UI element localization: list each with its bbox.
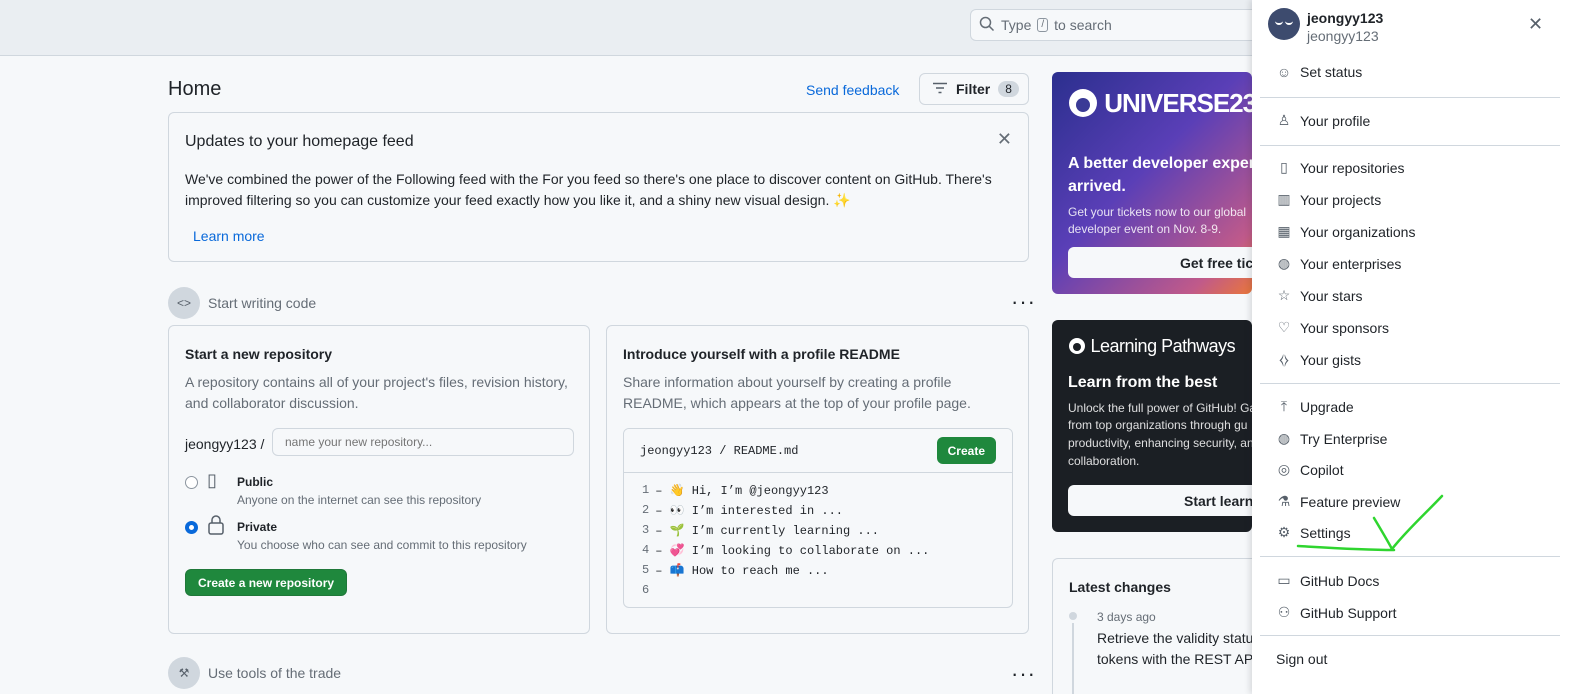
code-icon: <> bbox=[168, 287, 200, 319]
tools-icon: ⚒ bbox=[168, 657, 200, 689]
learn-more-link[interactable]: Learn more bbox=[193, 228, 265, 244]
more-options-icon[interactable]: ··· bbox=[1011, 661, 1036, 687]
line-text: – 💞️ I’m looking to collaborate on ... bbox=[655, 544, 930, 558]
create-readme-button[interactable]: Create bbox=[936, 437, 996, 464]
get-tickets-button[interactable]: Get free tick bbox=[1068, 247, 1252, 278]
search-prefix: Type bbox=[1001, 17, 1032, 33]
slash-key-hint: / bbox=[1037, 18, 1049, 32]
filter-button[interactable]: Filter 8 bbox=[919, 73, 1029, 105]
learning-promo: Learning Pathways Learn from the best Un… bbox=[1052, 320, 1252, 532]
new-repo-description: A repository contains all of your projec… bbox=[185, 374, 568, 411]
line-text: – 🌱 I’m currently learning ... bbox=[655, 524, 879, 538]
main-feed: Home Send feedback Filter 8 Updates to y… bbox=[0, 56, 1260, 694]
readme-path: jeongyy123 / README.md bbox=[640, 443, 799, 458]
new-repo-title: Start a new repository bbox=[185, 346, 333, 362]
tools-header: ⚒ Use tools of the trade bbox=[168, 657, 341, 689]
code-line: 1 – 👋 Hi, I’m @jeongyy123 bbox=[642, 483, 1012, 503]
timeline-dot bbox=[1069, 612, 1077, 620]
learning-headline: Learn from the best bbox=[1068, 374, 1218, 391]
profile-readme-card: Introduce yourself with a profile README… bbox=[606, 325, 1029, 634]
readme-path-header: jeongyy123 / README.md Create bbox=[624, 429, 1012, 473]
line-number: 3 bbox=[642, 523, 650, 537]
filter-label: Filter bbox=[956, 81, 991, 97]
close-icon[interactable]: ✕ bbox=[997, 129, 1012, 150]
change-date: 3 days ago bbox=[1097, 610, 1156, 624]
search-suffix: to search bbox=[1054, 17, 1112, 33]
filter-icon bbox=[932, 81, 948, 97]
search-input[interactable]: Type / to search bbox=[970, 9, 1270, 41]
learning-text-1: Unlock the full power of GitHub! Ga bbox=[1068, 401, 1252, 415]
code-line: 3 – 🌱 I’m currently learning ... bbox=[642, 523, 1012, 543]
line-number: 1 bbox=[642, 483, 650, 497]
private-radio[interactable] bbox=[185, 521, 198, 534]
page-title: Home bbox=[168, 78, 222, 100]
start-writing-label: Start writing code bbox=[208, 295, 317, 311]
readme-code: 1 – 👋 Hi, I’m @jeongyy123 2 – 👀 I’m interes… bbox=[624, 473, 1012, 603]
private-label: Private bbox=[237, 520, 278, 534]
latest-changes-title: Latest changes bbox=[1069, 579, 1171, 595]
learning-text-4: collaboration. bbox=[1068, 454, 1140, 468]
public-description: Anyone on the internet can see this repo… bbox=[237, 493, 482, 507]
readme-preview: jeongyy123 / README.md Create 1 – 👋 Hi, I… bbox=[623, 428, 1013, 608]
readme-description: Share information about yourself by crea… bbox=[623, 374, 971, 411]
public-radio[interactable] bbox=[185, 476, 198, 489]
tools-label: Use tools of the trade bbox=[208, 665, 342, 681]
updates-body: We've combined the power of the Followin… bbox=[185, 171, 992, 208]
send-feedback-link[interactable]: Send feedback bbox=[806, 82, 899, 98]
code-line: 6 bbox=[642, 583, 1012, 603]
latest-changes-panel: Latest changes 3 days ago Retrieve the v… bbox=[1052, 558, 1260, 694]
user-menu-panel: jeongyy123 jeongyy123 ✕ ☺ Set status ♙ You… bbox=[1252, 0, 1588, 694]
line-text: – 👋 Hi, I’m @jeongyy123 bbox=[655, 484, 829, 498]
updates-title: Updates to your homepage feed bbox=[185, 133, 414, 150]
private-description: You choose who can see and commit to thi… bbox=[237, 538, 527, 552]
readme-title: Introduce yourself with a profile README bbox=[623, 346, 900, 362]
code-line: 4 – 💞️ I’m looking to collaborate on ... bbox=[642, 543, 1012, 563]
repo-owner: jeongyy123 / bbox=[185, 436, 265, 452]
change-text-2[interactable]: tokens with the REST API bbox=[1097, 649, 1257, 670]
lock-icon bbox=[207, 515, 225, 540]
line-text: – 📫 How to reach me ... bbox=[655, 564, 829, 578]
start-learning-button[interactable]: Start learni bbox=[1068, 485, 1252, 516]
universe-logo: UNIVERSE23 bbox=[1068, 88, 1252, 119]
learning-text-2: from top organizations through gu bbox=[1068, 418, 1248, 432]
line-number: 2 bbox=[642, 503, 650, 517]
universe-text-2: developer event on Nov. 8-9. bbox=[1068, 222, 1222, 236]
create-repository-button[interactable]: Create a new repository bbox=[185, 569, 348, 596]
line-number: 6 bbox=[642, 583, 650, 597]
start-writing-header: <> Start writing code bbox=[168, 287, 316, 319]
universe-text-1: Get your tickets now to our global bbox=[1068, 205, 1247, 219]
universe-promo: UNIVERSE23 A better developer experi arr… bbox=[1052, 72, 1252, 294]
universe-headline-1: A better developer experi bbox=[1068, 155, 1252, 172]
change-text-1[interactable]: Retrieve the validity status bbox=[1097, 628, 1260, 649]
learning-pathways-logo: Learning Pathways bbox=[1068, 336, 1236, 357]
updates-banner: Updates to your homepage feed ✕ We've co… bbox=[168, 112, 1029, 262]
more-options-icon[interactable]: ··· bbox=[1011, 289, 1036, 315]
universe-headline-2: arrived. bbox=[1068, 178, 1126, 195]
checkmark-annotation bbox=[1296, 494, 1444, 552]
line-number: 5 bbox=[642, 563, 650, 577]
timeline-line bbox=[1072, 623, 1074, 694]
learning-text-3: productivity, enhancing security, an bbox=[1068, 436, 1252, 450]
repo-icon: ▯ bbox=[207, 470, 217, 490]
code-line: 2 – 👀 I’m interested in ... bbox=[642, 503, 1012, 523]
repo-name-input[interactable] bbox=[272, 428, 574, 456]
filter-count-badge: 8 bbox=[998, 81, 1019, 97]
line-number: 4 bbox=[642, 543, 650, 557]
public-label: Public bbox=[237, 475, 274, 489]
line-text: – 👀 I’m interested in ... bbox=[655, 504, 843, 518]
new-repository-card: Start a new repository A repository cont… bbox=[168, 325, 590, 634]
code-line: 5 – 📫 How to reach me ... bbox=[642, 563, 1012, 583]
search-icon bbox=[979, 16, 995, 35]
